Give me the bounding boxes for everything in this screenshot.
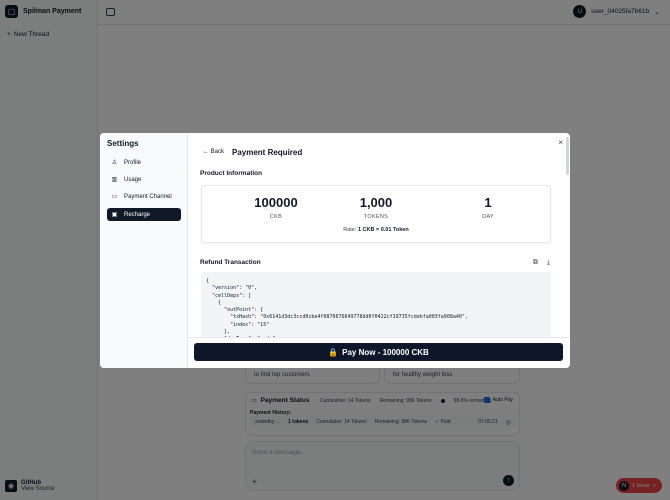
stat-day-unit: DAY (482, 214, 494, 220)
nav-recharge[interactable]: ▣ Recharge (107, 208, 181, 221)
settings-modal: Settings ♙ Profile ▥ Usage ▭ Payment Cha… (100, 133, 570, 368)
refund-actions: ⧉ ⤓ (533, 259, 550, 267)
nav-payment-channel-label: Payment Channel (124, 193, 172, 200)
page-title: Payment Required (232, 148, 303, 157)
copy-icon[interactable]: ⧉ (533, 259, 538, 267)
lock-icon: 🔒 (328, 347, 339, 357)
stat-tokens-unit: TOKENS (363, 214, 389, 220)
settings-title: Settings (107, 139, 139, 148)
user-icon: ♙ (111, 160, 118, 166)
settings-content: × ← Back Payment Required Product Inform… (188, 133, 570, 368)
rate-text: Rate: 1 CKB = 0.01 Token (202, 227, 550, 233)
rate-prefix: Rate: (343, 227, 358, 233)
bar-chart-icon: ▥ (111, 177, 118, 183)
pay-footer: 🔒 Pay Now - 100000 CKB (188, 337, 570, 368)
stat-day-value: 1 (484, 195, 492, 210)
pay-now-button[interactable]: 🔒 Pay Now - 100000 CKB (194, 343, 563, 361)
stat-ckb-value: 100000 (254, 195, 298, 210)
content-scrollbar[interactable] (566, 137, 569, 175)
stat-tokens-value: 1,000 (359, 195, 393, 210)
nav-usage-label: Usage (124, 176, 142, 183)
wallet-icon: ▣ (111, 212, 118, 218)
close-icon[interactable]: × (558, 138, 563, 147)
nav-payment-channel[interactable]: ▭ Payment Channel (107, 190, 181, 203)
nav-usage[interactable]: ▥ Usage (107, 173, 181, 186)
stat-tokens: 1,000 TOKENS (326, 195, 426, 220)
nav-profile-label: Profile (124, 159, 142, 166)
stat-ckb-unit: CKB (269, 214, 283, 220)
stat-ckb: 100000 CKB (226, 195, 326, 220)
nav-recharge-label: Recharge (124, 211, 151, 218)
pay-now-label: Pay Now - 100000 CKB (342, 347, 429, 357)
settings-sidebar: Settings ♙ Profile ▥ Usage ▭ Payment Cha… (100, 133, 188, 368)
card-icon: ▭ (111, 194, 118, 200)
stat-day: 1 DAY (438, 195, 538, 220)
download-icon[interactable]: ⤓ (547, 259, 550, 267)
back-button[interactable]: ← Back (203, 149, 224, 155)
product-info-heading: Product Information (200, 170, 263, 177)
refund-heading: Refund Transaction (200, 259, 261, 266)
nav-profile[interactable]: ♙ Profile (107, 156, 181, 169)
rate-value: 1 CKB = 0.01 Token (357, 227, 409, 233)
product-info-card: 100000 CKB 1,000 TOKENS 1 DAY Rate: 1 CK… (201, 185, 551, 243)
